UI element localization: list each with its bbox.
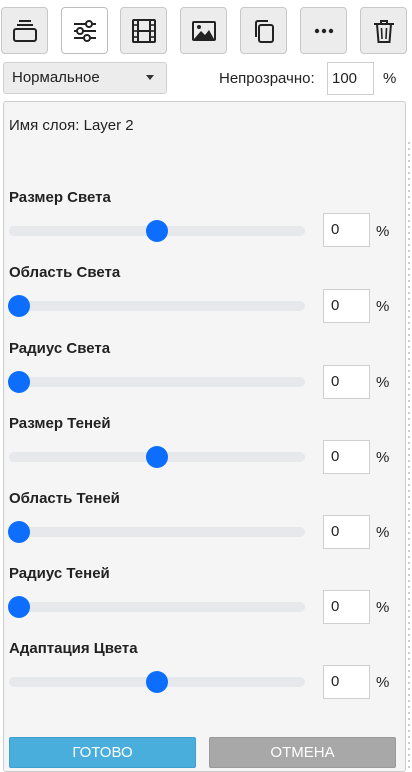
value-input[interactable]: 0: [323, 515, 370, 549]
more-button[interactable]: [300, 7, 347, 54]
layer-name: Имя слоя: Layer 2: [9, 117, 134, 134]
image-icon: [191, 20, 216, 41]
copy-icon: [254, 19, 274, 43]
slider-thumb[interactable]: [146, 671, 168, 693]
film-button[interactable]: [120, 7, 167, 54]
caret-down-icon: [146, 75, 154, 80]
sliders-icon: [73, 19, 96, 42]
value-input[interactable]: 0: [323, 665, 370, 699]
slider-thumb[interactable]: [146, 446, 168, 468]
trash-icon: [373, 19, 394, 43]
opacity-label: Непрозрачно:: [219, 70, 315, 87]
param-label: Размер Света: [9, 189, 111, 206]
slider-thumb[interactable]: [146, 220, 168, 242]
opacity-input[interactable]: 100: [327, 62, 374, 95]
slider-track[interactable]: [9, 301, 305, 311]
value-input[interactable]: 0: [323, 440, 370, 474]
param-label: Область Теней: [9, 490, 120, 507]
value-unit: %: [376, 223, 390, 240]
slider-track[interactable]: [9, 377, 305, 387]
value-unit: %: [376, 524, 390, 541]
param-label: Радиус Теней: [9, 565, 110, 582]
toolbar: [0, 0, 412, 58]
value-input[interactable]: 0: [323, 289, 370, 323]
param-label: Адаптация Цвета: [9, 640, 138, 657]
param-label: Радиус Света: [9, 340, 111, 357]
slider-track[interactable]: [9, 527, 305, 537]
opacity-unit: %: [383, 70, 397, 87]
image-button[interactable]: [180, 7, 227, 54]
done-button[interactable]: ГОТОВО: [9, 737, 196, 768]
scroll-gutter: [406, 140, 412, 772]
slider-thumb[interactable]: [8, 521, 30, 543]
value-unit: %: [376, 599, 390, 616]
film-icon: [131, 18, 156, 43]
blend-mode-value: Нормальное: [12, 69, 100, 86]
adjustments-button[interactable]: [61, 7, 108, 54]
cancel-button[interactable]: ОТМЕНА: [209, 737, 396, 768]
slider-track[interactable]: [9, 602, 305, 612]
layers-button[interactable]: [1, 7, 48, 54]
value-unit: %: [376, 298, 390, 315]
blend-mode-select[interactable]: Нормальное: [3, 62, 167, 94]
value-input[interactable]: 0: [323, 590, 370, 624]
value-unit: %: [376, 449, 390, 466]
slider-thumb[interactable]: [8, 596, 30, 618]
duplicate-button[interactable]: [240, 7, 287, 54]
param-label: Размер Теней: [9, 415, 111, 432]
param-label: Область Света: [9, 264, 121, 281]
value-unit: %: [376, 674, 390, 691]
more-icon: [314, 28, 333, 33]
value-input[interactable]: 0: [323, 213, 370, 247]
value-input[interactable]: 0: [323, 365, 370, 399]
delete-button[interactable]: [360, 7, 407, 54]
layers-icon: [12, 19, 37, 42]
value-unit: %: [376, 374, 390, 391]
slider-thumb[interactable]: [8, 371, 30, 393]
slider-thumb[interactable]: [8, 295, 30, 317]
